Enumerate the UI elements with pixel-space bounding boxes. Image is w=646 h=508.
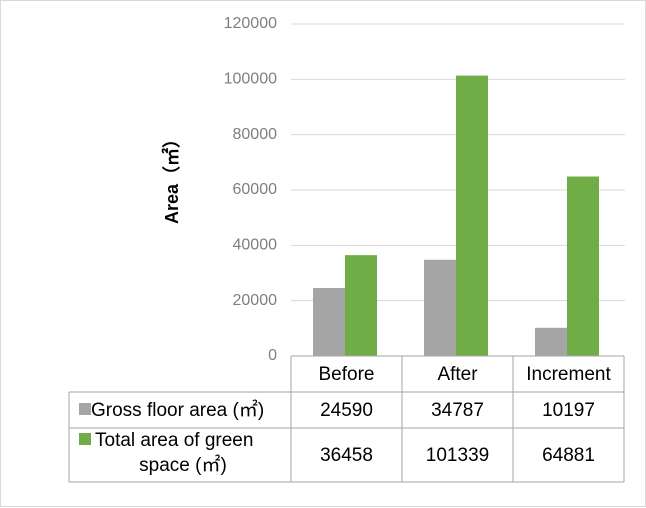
data-table: Before After Increment Gross floor area (㎡)…	[68, 355, 625, 483]
bar-gross-floor-area-after	[424, 259, 456, 356]
table-value-gross-floor-area: 24590	[320, 400, 373, 421]
bar-green-space-increment	[567, 176, 599, 356]
table-value-gross-floor-area: 34787	[431, 400, 484, 421]
table-value-gross-floor-area: 10197	[542, 400, 595, 421]
category-label: Before	[319, 364, 375, 385]
y-tick-label: 60000	[233, 181, 278, 198]
table-value-green-space: 36458	[320, 445, 373, 466]
legend-label-gross-floor-area: Gross floor area (㎡)	[91, 398, 264, 421]
y-tick-label: 20000	[233, 292, 278, 309]
legend-swatch-gross-floor-area	[79, 403, 91, 415]
table-value-green-space: 64881	[542, 445, 595, 466]
legend-label-green-space-line1: Total area of green	[95, 430, 253, 451]
y-tick-label: 80000	[233, 126, 278, 143]
y-axis-ticks: 0 20000 40000 60000 80000 100000 120000	[224, 15, 277, 364]
bars	[313, 75, 599, 356]
category-label: After	[437, 364, 478, 385]
y-axis-label: Area（㎡）	[161, 130, 182, 224]
y-tick-label: 0	[268, 347, 277, 364]
category-label: Increment	[526, 364, 611, 385]
bar-gross-floor-area-before	[313, 287, 345, 356]
y-tick-label: 100000	[224, 71, 277, 88]
y-tick-label: 120000	[224, 15, 277, 32]
legend-swatch-green-space	[79, 433, 91, 445]
chart-frame: 0 20000 40000 60000 80000 100000 120000 Area（㎡…	[0, 0, 646, 507]
bar-gross-floor-area-increment	[535, 327, 567, 356]
bar-green-space-after	[456, 75, 488, 356]
bar-chart: 0 20000 40000 60000 80000 100000 120000 Area（㎡…	[68, 15, 625, 483]
y-tick-label: 40000	[233, 237, 278, 254]
bar-green-space-before	[345, 255, 377, 356]
table-value-green-space: 101339	[426, 445, 489, 466]
legend-label-green-space-line2: space (㎡)	[139, 453, 227, 476]
